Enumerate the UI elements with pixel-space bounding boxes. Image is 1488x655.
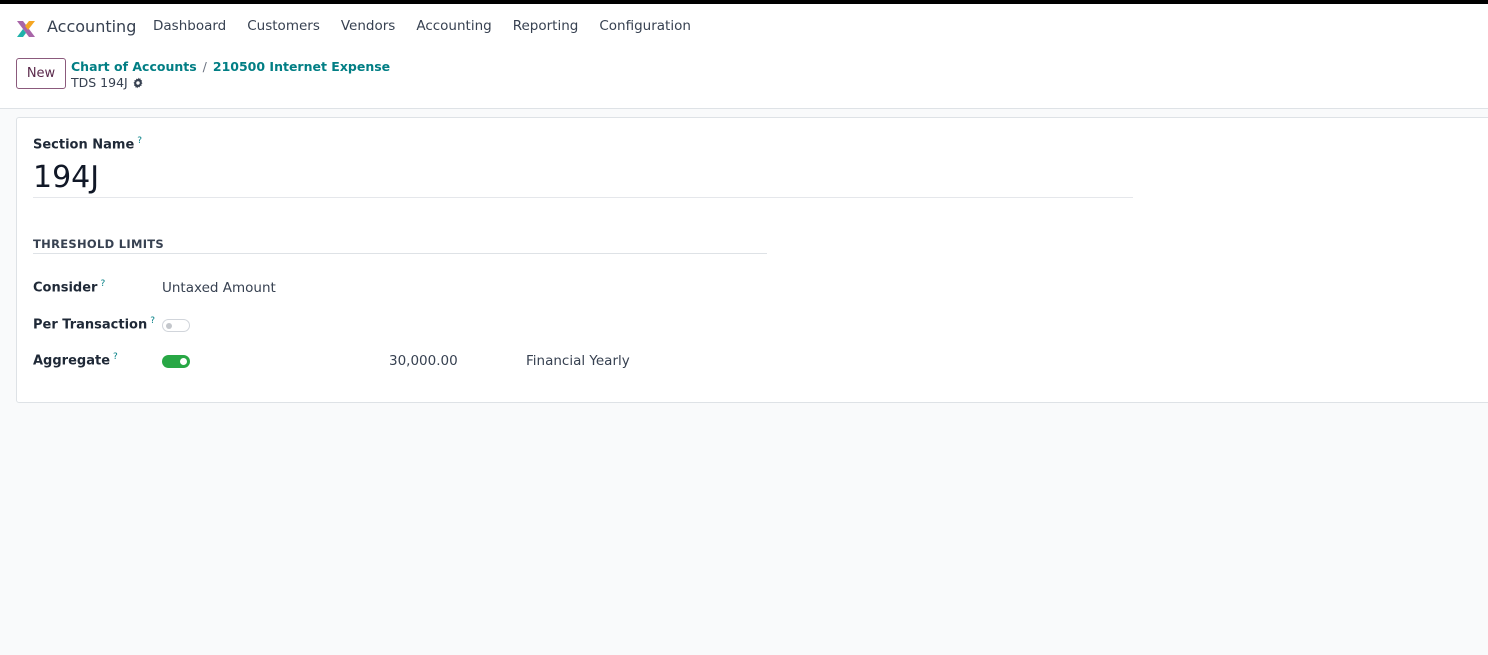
menu-accounting[interactable]: Accounting bbox=[416, 18, 491, 34]
gear-icon[interactable] bbox=[132, 77, 144, 89]
aggregate-toggle[interactable] bbox=[162, 355, 190, 368]
group-divider bbox=[33, 253, 767, 254]
top-menu: Dashboard Customers Vendors Accounting R… bbox=[153, 18, 712, 34]
help-icon[interactable]: ? bbox=[137, 136, 142, 146]
toggle-knob bbox=[180, 358, 187, 365]
current-record: TDS 194J bbox=[71, 75, 144, 90]
section-name-label-text: Section Name bbox=[33, 137, 135, 153]
help-icon[interactable]: ? bbox=[150, 316, 155, 326]
menu-configuration[interactable]: Configuration bbox=[599, 18, 691, 34]
aggregate-amount-field[interactable]: 30,000.00 bbox=[389, 353, 458, 369]
threshold-limits-title: THRESHOLD LIMITS bbox=[33, 237, 164, 251]
form-sheet: Section Name? 194J THRESHOLD LIMITS Cons… bbox=[16, 117, 1488, 403]
menu-dashboard[interactable]: Dashboard bbox=[153, 18, 226, 34]
consider-select[interactable]: Untaxed Amount bbox=[162, 280, 276, 296]
section-name-input[interactable]: 194J bbox=[33, 160, 99, 195]
per-transaction-label: Per Transaction? bbox=[33, 316, 155, 332]
menu-reporting[interactable]: Reporting bbox=[513, 18, 579, 34]
consider-label: Consider? bbox=[33, 279, 105, 295]
record-name: TDS 194J bbox=[71, 75, 128, 90]
consider-label-text: Consider bbox=[33, 280, 98, 296]
per-transaction-toggle[interactable] bbox=[162, 319, 190, 332]
breadcrumb-chart-of-accounts[interactable]: Chart of Accounts bbox=[71, 59, 197, 74]
breadcrumb: Chart of Accounts / 210500 Internet Expens… bbox=[71, 59, 390, 74]
app-name[interactable]: Accounting bbox=[47, 17, 136, 36]
accounting-app-icon[interactable] bbox=[14, 17, 38, 41]
menu-vendors[interactable]: Vendors bbox=[341, 18, 395, 34]
help-icon[interactable]: ? bbox=[113, 352, 118, 362]
aggregate-label-text: Aggregate bbox=[33, 353, 111, 369]
toggle-knob bbox=[166, 322, 172, 329]
help-icon[interactable]: ? bbox=[100, 279, 105, 289]
control-panel: New Chart of Accounts / 210500 Internet Ex… bbox=[0, 49, 1488, 109]
section-name-value[interactable]: 194J bbox=[33, 160, 99, 195]
section-name-label: Section Name? bbox=[33, 136, 142, 152]
title-divider bbox=[33, 197, 1133, 198]
breadcrumb-internet-expense[interactable]: 210500 Internet Expense bbox=[213, 59, 390, 74]
aggregate-period-select[interactable]: Financial Yearly bbox=[526, 353, 630, 369]
menu-customers[interactable]: Customers bbox=[247, 18, 320, 34]
breadcrumb-separator: / bbox=[202, 59, 207, 74]
main-navbar: Accounting Dashboard Customers Vendors A… bbox=[0, 4, 1488, 49]
new-button[interactable]: New bbox=[16, 58, 66, 89]
aggregate-label: Aggregate? bbox=[33, 352, 118, 368]
per-transaction-label-text: Per Transaction bbox=[33, 317, 148, 333]
